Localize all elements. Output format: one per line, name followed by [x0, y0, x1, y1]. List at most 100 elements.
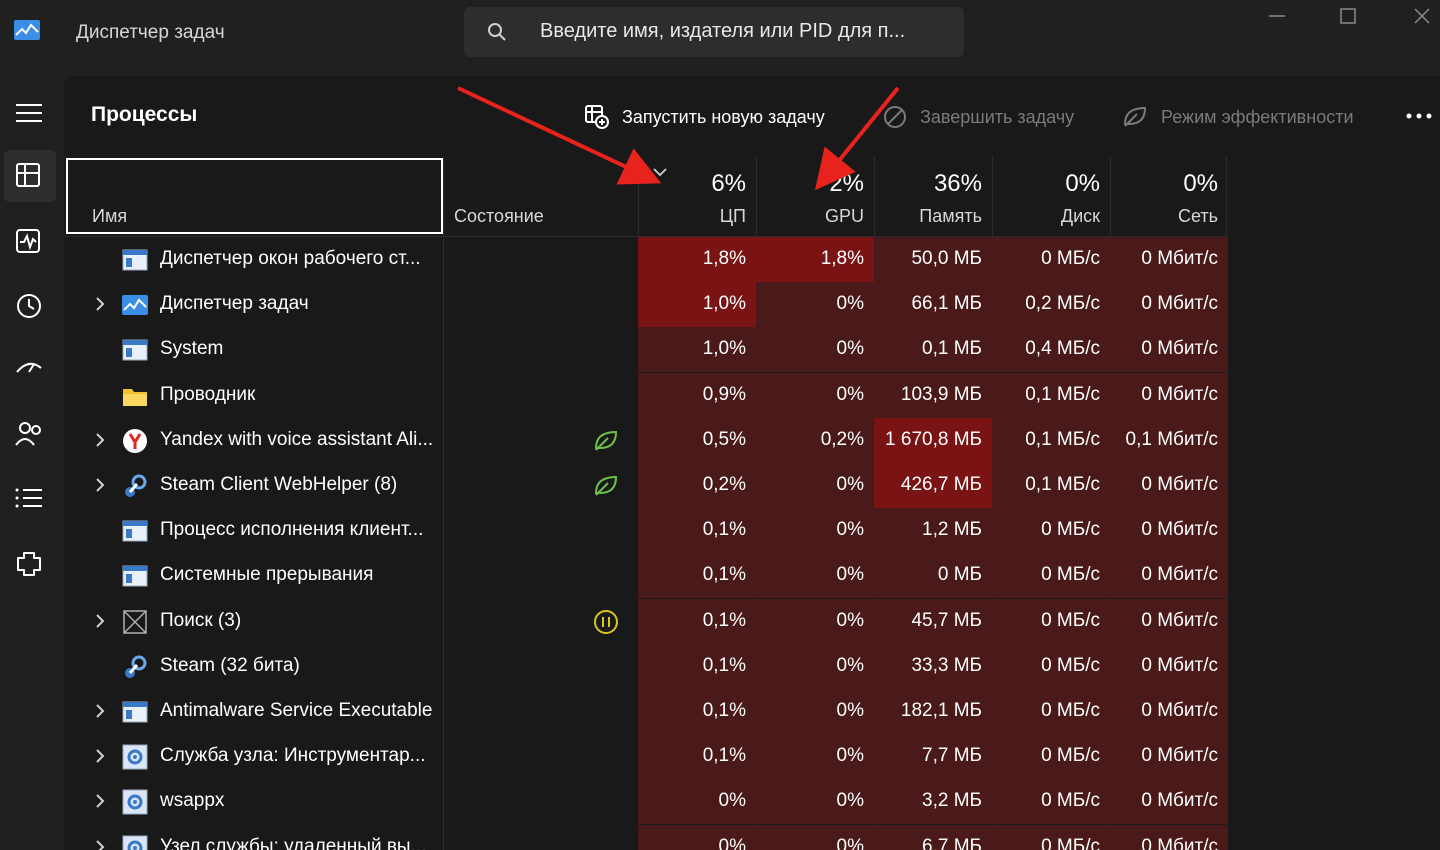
title-bar: Диспетчер задач Введите имя, издателя ил… [0, 0, 1440, 70]
gpu-cell: 0% [756, 372, 874, 418]
table-row[interactable]: System 1,0% 0% 0,1 МБ 0,4 МБ/с 0 Мбит/с [64, 327, 1440, 373]
gpu-cell: 0% [756, 463, 874, 508]
disk-cell: 0,1 МБ/с [992, 417, 1110, 463]
nav-processes[interactable] [4, 150, 56, 202]
network-cell: 0 Мбит/с [1110, 734, 1228, 780]
disk-cell: 0 МБ/с [992, 779, 1110, 825]
disk-cell: 0 МБ/с [992, 734, 1110, 780]
task-manager-app-icon [14, 20, 40, 40]
network-cell: 0 Мбит/с [1110, 779, 1228, 825]
services-icon [17, 552, 41, 576]
gear-process-icon [122, 789, 148, 815]
chevron-right-icon[interactable] [92, 701, 108, 721]
processes-icon [16, 163, 40, 187]
memory-cell: 66,1 МБ [874, 282, 992, 328]
table-row[interactable]: Системные прерывания 0,1% 0% 0 МБ 0 МБ/с 0 Мб… [64, 553, 1440, 599]
search-input[interactable]: Введите имя, издателя или PID для п... [540, 20, 905, 43]
gpu-cell: 0% [756, 643, 874, 689]
nav-app-history[interactable] [4, 280, 56, 332]
process-name: Диспетчер задач [160, 293, 309, 315]
cpu-cell: 0,1% [638, 508, 756, 554]
nav-menu-button[interactable] [4, 88, 56, 140]
table-row[interactable]: Yandex with voice assistant Ali... 0,5% 0,… [64, 417, 1440, 463]
chevron-right-icon[interactable] [92, 430, 108, 450]
process-name: Системные прерывания [160, 564, 374, 586]
disk-cell: 0,1 МБ/с [992, 372, 1110, 418]
gpu-cell: 0% [756, 734, 874, 780]
table-row[interactable]: Поиск (3) 0,1% 0% 45,7 МБ 0 МБ/с 0 Мбит/с [64, 598, 1440, 644]
gpu-cell: 0% [756, 598, 874, 644]
disk-cell: 0,2 МБ/с [992, 282, 1110, 328]
process-name: Yandex with voice assistant Ali... [160, 428, 434, 450]
nav-users[interactable] [4, 408, 56, 460]
gpu-cell: 0% [756, 327, 874, 373]
table-row[interactable]: Steam Client WebHelper (8) 0,2% 0% 426,7 МБ… [64, 463, 1440, 508]
table-row[interactable]: Проводник 0,9% 0% 103,9 МБ 0,1 МБ/с 0 Мбит/с [64, 372, 1440, 418]
network-cell: 0 Мбит/с [1110, 598, 1228, 644]
paused-icon [592, 609, 620, 635]
table-row[interactable]: Служба узла: Инструментар... 0,1% 0% 7,7 МБ… [64, 734, 1440, 780]
chevron-right-icon[interactable] [92, 475, 108, 495]
cpu-cell: 0,5% [638, 417, 756, 463]
search-box[interactable]: Введите имя, издателя или PID для п... [464, 7, 964, 57]
memory-cell: 1,2 МБ [874, 508, 992, 554]
chevron-right-icon[interactable] [92, 294, 108, 314]
memory-cell: 7,7 МБ [874, 734, 992, 780]
table-row[interactable]: wsappx 0% 0% 3,2 МБ 0 МБ/с 0 Мбит/с [64, 779, 1440, 825]
nav-performance[interactable] [4, 216, 56, 268]
steam-icon [122, 473, 148, 499]
process-name: wsappx [160, 790, 225, 812]
gpu-cell: 0,2% [756, 417, 874, 463]
process-name: Узел службы: удаленный вы... [160, 835, 427, 850]
yandex-icon [122, 428, 148, 454]
table-row[interactable]: Antimalware Service Executable 0,1% 0% 182,… [64, 689, 1440, 734]
memory-cell: 0,1 МБ [874, 327, 992, 373]
chevron-right-icon[interactable] [92, 837, 108, 850]
window-icon [122, 518, 148, 544]
table-row[interactable]: Узел службы: удаленный вы... 0% 0% 6,7 МБ 0 … [64, 824, 1440, 850]
gpu-cell: 0% [756, 824, 874, 850]
folder-icon [122, 383, 148, 409]
close-button[interactable] [1402, 2, 1440, 32]
process-name: Steam Client WebHelper (8) [160, 474, 398, 495]
cpu-cell: 0,1% [638, 734, 756, 780]
window-icon [122, 337, 148, 363]
annotation-arrows [457, 86, 900, 191]
table-row[interactable]: Процесс исполнения клиент... 0,1% 0% 1,2 МБ… [64, 508, 1440, 554]
network-cell: 0 Мбит/с [1110, 824, 1228, 850]
network-cell: 0 Мбит/с [1110, 508, 1228, 554]
chevron-right-icon[interactable] [92, 791, 108, 811]
table-row[interactable]: Steam (32 бита) 0,1% 0% 33,3 МБ 0 МБ/с 0 Мбит… [64, 643, 1440, 689]
memory-cell: 182,1 МБ [874, 689, 992, 734]
memory-cell: 45,7 МБ [874, 598, 992, 644]
maximize-button[interactable] [1328, 2, 1368, 32]
annotation-arrow-cpu [457, 86, 662, 185]
memory-cell: 6,7 МБ [874, 824, 992, 850]
cpu-cell: 0,1% [638, 689, 756, 734]
chevron-right-icon[interactable] [92, 611, 108, 631]
minimize-button[interactable] [1257, 2, 1297, 32]
disk-cell: 0 МБ/с [992, 508, 1110, 554]
window-icon [122, 563, 148, 589]
disk-cell: 0 МБ/с [992, 689, 1110, 734]
cpu-cell: 0,9% [638, 372, 756, 418]
process-name: Antimalware Service Executable [160, 700, 433, 721]
nav-services[interactable] [4, 538, 56, 590]
performance-icon [16, 229, 40, 253]
gear-process-icon [122, 744, 148, 770]
table-row[interactable]: Диспетчер задач 1,0% 0% 66,1 МБ 0,2 МБ/с 0 Мб… [64, 282, 1440, 328]
memory-cell: 3,2 МБ [874, 779, 992, 825]
app-history-icon [17, 294, 41, 318]
chevron-right-icon[interactable] [92, 746, 108, 766]
nav-details[interactable] [4, 472, 56, 524]
details-icon [15, 488, 42, 508]
process-name: Проводник [160, 383, 256, 405]
network-cell: 0 Мбит/с [1110, 553, 1228, 599]
nav-startup[interactable] [4, 344, 56, 396]
process-name: Steam (32 бита) [160, 654, 300, 676]
gpu-cell: 0% [756, 553, 874, 599]
network-cell: 0 Мбит/с [1110, 327, 1228, 373]
cpu-cell: 0,1% [638, 598, 756, 644]
network-cell: 0 Мбит/с [1110, 282, 1228, 328]
disk-cell: 0 МБ/с [992, 598, 1110, 644]
